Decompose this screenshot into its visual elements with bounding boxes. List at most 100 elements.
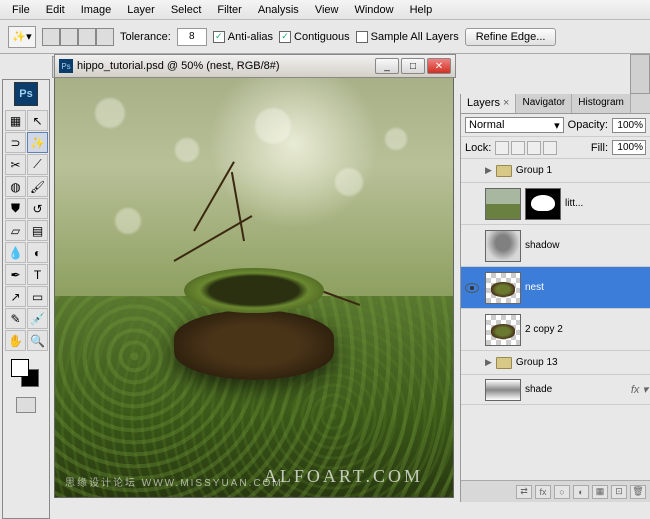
- menu-help[interactable]: Help: [402, 2, 441, 18]
- tab-histogram[interactable]: Histogram: [572, 94, 631, 113]
- fx-badge[interactable]: fx ▾: [631, 383, 648, 396]
- layer-thumb-icon[interactable]: [485, 314, 521, 346]
- history-brush-tool[interactable]: ↺: [27, 198, 48, 219]
- fill-label: Fill:: [591, 142, 608, 154]
- canvas[interactable]: 思缘设计论坛 WWW.MISSYUAN.COM ALFOART.COM: [54, 78, 454, 498]
- lasso-tool[interactable]: ⊃: [5, 132, 26, 153]
- layers-list: ▶ Group 1 litt... shadow nest: [461, 159, 650, 480]
- blend-mode-select[interactable]: Normal▾: [465, 117, 564, 133]
- panel-tabs: Layers× Navigator Histogram: [461, 94, 650, 114]
- layer-fx-icon[interactable]: fx: [535, 485, 551, 499]
- new-layer-icon[interactable]: ⊡: [611, 485, 627, 499]
- contiguous-checkbox[interactable]: ✓Contiguous: [279, 31, 350, 43]
- path-tool[interactable]: ↗: [5, 286, 26, 307]
- hand-tool[interactable]: ✋: [5, 330, 26, 351]
- lock-pixels-icon[interactable]: [511, 141, 525, 155]
- layer-litt[interactable]: litt...: [461, 183, 650, 225]
- notes-tool[interactable]: ✎: [5, 308, 26, 329]
- selection-new-icon[interactable]: [42, 28, 60, 46]
- slice-tool[interactable]: ⟋: [27, 154, 48, 175]
- stamp-tool[interactable]: ⛊: [5, 198, 26, 219]
- tab-navigator[interactable]: Navigator: [516, 94, 572, 113]
- quick-mask-toggle[interactable]: [5, 397, 47, 413]
- shape-tool[interactable]: ▭: [27, 286, 48, 307]
- layer-mask-thumb-icon[interactable]: [525, 188, 561, 220]
- crop-tool[interactable]: ✂: [5, 154, 26, 175]
- expand-arrow-icon[interactable]: ▶: [485, 357, 492, 368]
- minimize-button[interactable]: _: [375, 58, 399, 74]
- menu-analysis[interactable]: Analysis: [250, 2, 307, 18]
- fill-input[interactable]: [612, 140, 646, 155]
- layer-group-1[interactable]: ▶ Group 1: [461, 159, 650, 183]
- brush-tool[interactable]: 🖌: [27, 176, 48, 197]
- eyedropper-tool[interactable]: 💉: [27, 308, 48, 329]
- antialias-checkbox[interactable]: ✓Anti-alias: [213, 31, 273, 43]
- eraser-tool[interactable]: ▱: [5, 220, 26, 241]
- selection-subtract-icon[interactable]: [78, 28, 96, 46]
- layer-thumb-icon[interactable]: [485, 188, 521, 220]
- menu-file[interactable]: File: [4, 2, 38, 18]
- tool-options-bar: ✨▾ Tolerance: ✓Anti-alias ✓Contiguous Sa…: [0, 20, 650, 54]
- selection-add-icon[interactable]: [60, 28, 78, 46]
- selection-mode-group: [42, 28, 114, 46]
- foreground-swatch[interactable]: [11, 359, 29, 377]
- lock-position-icon[interactable]: [527, 141, 541, 155]
- lock-all-icon[interactable]: [543, 141, 557, 155]
- current-tool-icon[interactable]: ✨▾: [8, 26, 36, 48]
- tolerance-input[interactable]: [177, 28, 207, 46]
- selection-intersect-icon[interactable]: [96, 28, 114, 46]
- maximize-button[interactable]: □: [401, 58, 425, 74]
- menu-layer[interactable]: Layer: [119, 2, 163, 18]
- document-icon: Ps: [59, 59, 73, 73]
- layers-panel: Layers× Navigator Histogram Normal▾ Opac…: [460, 94, 650, 502]
- folder-icon: [496, 165, 512, 177]
- pen-tool[interactable]: ✒: [5, 264, 26, 285]
- layer-thumb-icon[interactable]: [485, 272, 521, 304]
- opacity-label: Opacity:: [568, 119, 608, 131]
- layer-shadow[interactable]: shadow: [461, 225, 650, 267]
- close-button[interactable]: ✕: [427, 58, 451, 74]
- magic-wand-tool[interactable]: ✨: [27, 132, 48, 153]
- healing-tool[interactable]: ◍: [5, 176, 26, 197]
- menu-edit[interactable]: Edit: [38, 2, 73, 18]
- menu-window[interactable]: Window: [346, 2, 401, 18]
- move-tool[interactable]: ▦: [5, 110, 26, 131]
- visibility-eye-icon[interactable]: [465, 283, 479, 293]
- menu-image[interactable]: Image: [73, 2, 120, 18]
- layer-nest[interactable]: nest: [461, 267, 650, 309]
- folder-icon: [496, 357, 512, 369]
- lock-label: Lock:: [465, 142, 491, 154]
- menu-filter[interactable]: Filter: [209, 2, 249, 18]
- gradient-tool[interactable]: ▤: [27, 220, 48, 241]
- zoom-tool[interactable]: 🔍: [27, 330, 48, 351]
- lock-transparency-icon[interactable]: [495, 141, 509, 155]
- layer-mask-icon[interactable]: ○: [554, 485, 570, 499]
- layers-panel-footer: ⇄ fx ○ ◐ ▦ ⊡ 🗑: [461, 480, 650, 502]
- tool-palette: Ps ▦ ↖ ⊃ ✨ ✂ ⟋ ◍ 🖌 ⛊ ↺ ▱ ▤ 💧 ◐ ✒ T ↗ ▭ ✎…: [2, 79, 50, 519]
- sample-all-checkbox[interactable]: Sample All Layers: [356, 31, 459, 43]
- refine-edge-button[interactable]: Refine Edge...: [465, 28, 557, 46]
- opacity-input[interactable]: [612, 118, 646, 133]
- delete-layer-icon[interactable]: 🗑: [630, 485, 646, 499]
- new-group-icon[interactable]: ▦: [592, 485, 608, 499]
- watermark-right: ALFOART.COM: [264, 466, 423, 487]
- dodge-tool[interactable]: ◐: [27, 242, 48, 263]
- menu-select[interactable]: Select: [163, 2, 210, 18]
- type-tool[interactable]: T: [27, 264, 48, 285]
- marquee-tool[interactable]: ↖: [27, 110, 48, 131]
- document-titlebar[interactable]: Ps hippo_tutorial.psd @ 50% (nest, RGB/8…: [54, 54, 456, 78]
- color-swatches[interactable]: [5, 357, 47, 393]
- tab-layers[interactable]: Layers×: [461, 94, 516, 113]
- layer-2copy2[interactable]: 2 copy 2: [461, 309, 650, 351]
- watermark-left: 思缘设计论坛 WWW.MISSYUAN.COM: [65, 474, 283, 489]
- adjustment-layer-icon[interactable]: ◐: [573, 485, 589, 499]
- layer-shade[interactable]: shade fx ▾: [461, 375, 650, 405]
- link-layers-icon[interactable]: ⇄: [516, 485, 532, 499]
- canvas-nest: [154, 250, 354, 380]
- layer-thumb-icon[interactable]: [485, 379, 521, 401]
- menu-view[interactable]: View: [307, 2, 347, 18]
- expand-arrow-icon[interactable]: ▶: [485, 165, 492, 176]
- layer-group-13[interactable]: ▶ Group 13: [461, 351, 650, 375]
- blur-tool[interactable]: 💧: [5, 242, 26, 263]
- layer-thumb-icon[interactable]: [485, 230, 521, 262]
